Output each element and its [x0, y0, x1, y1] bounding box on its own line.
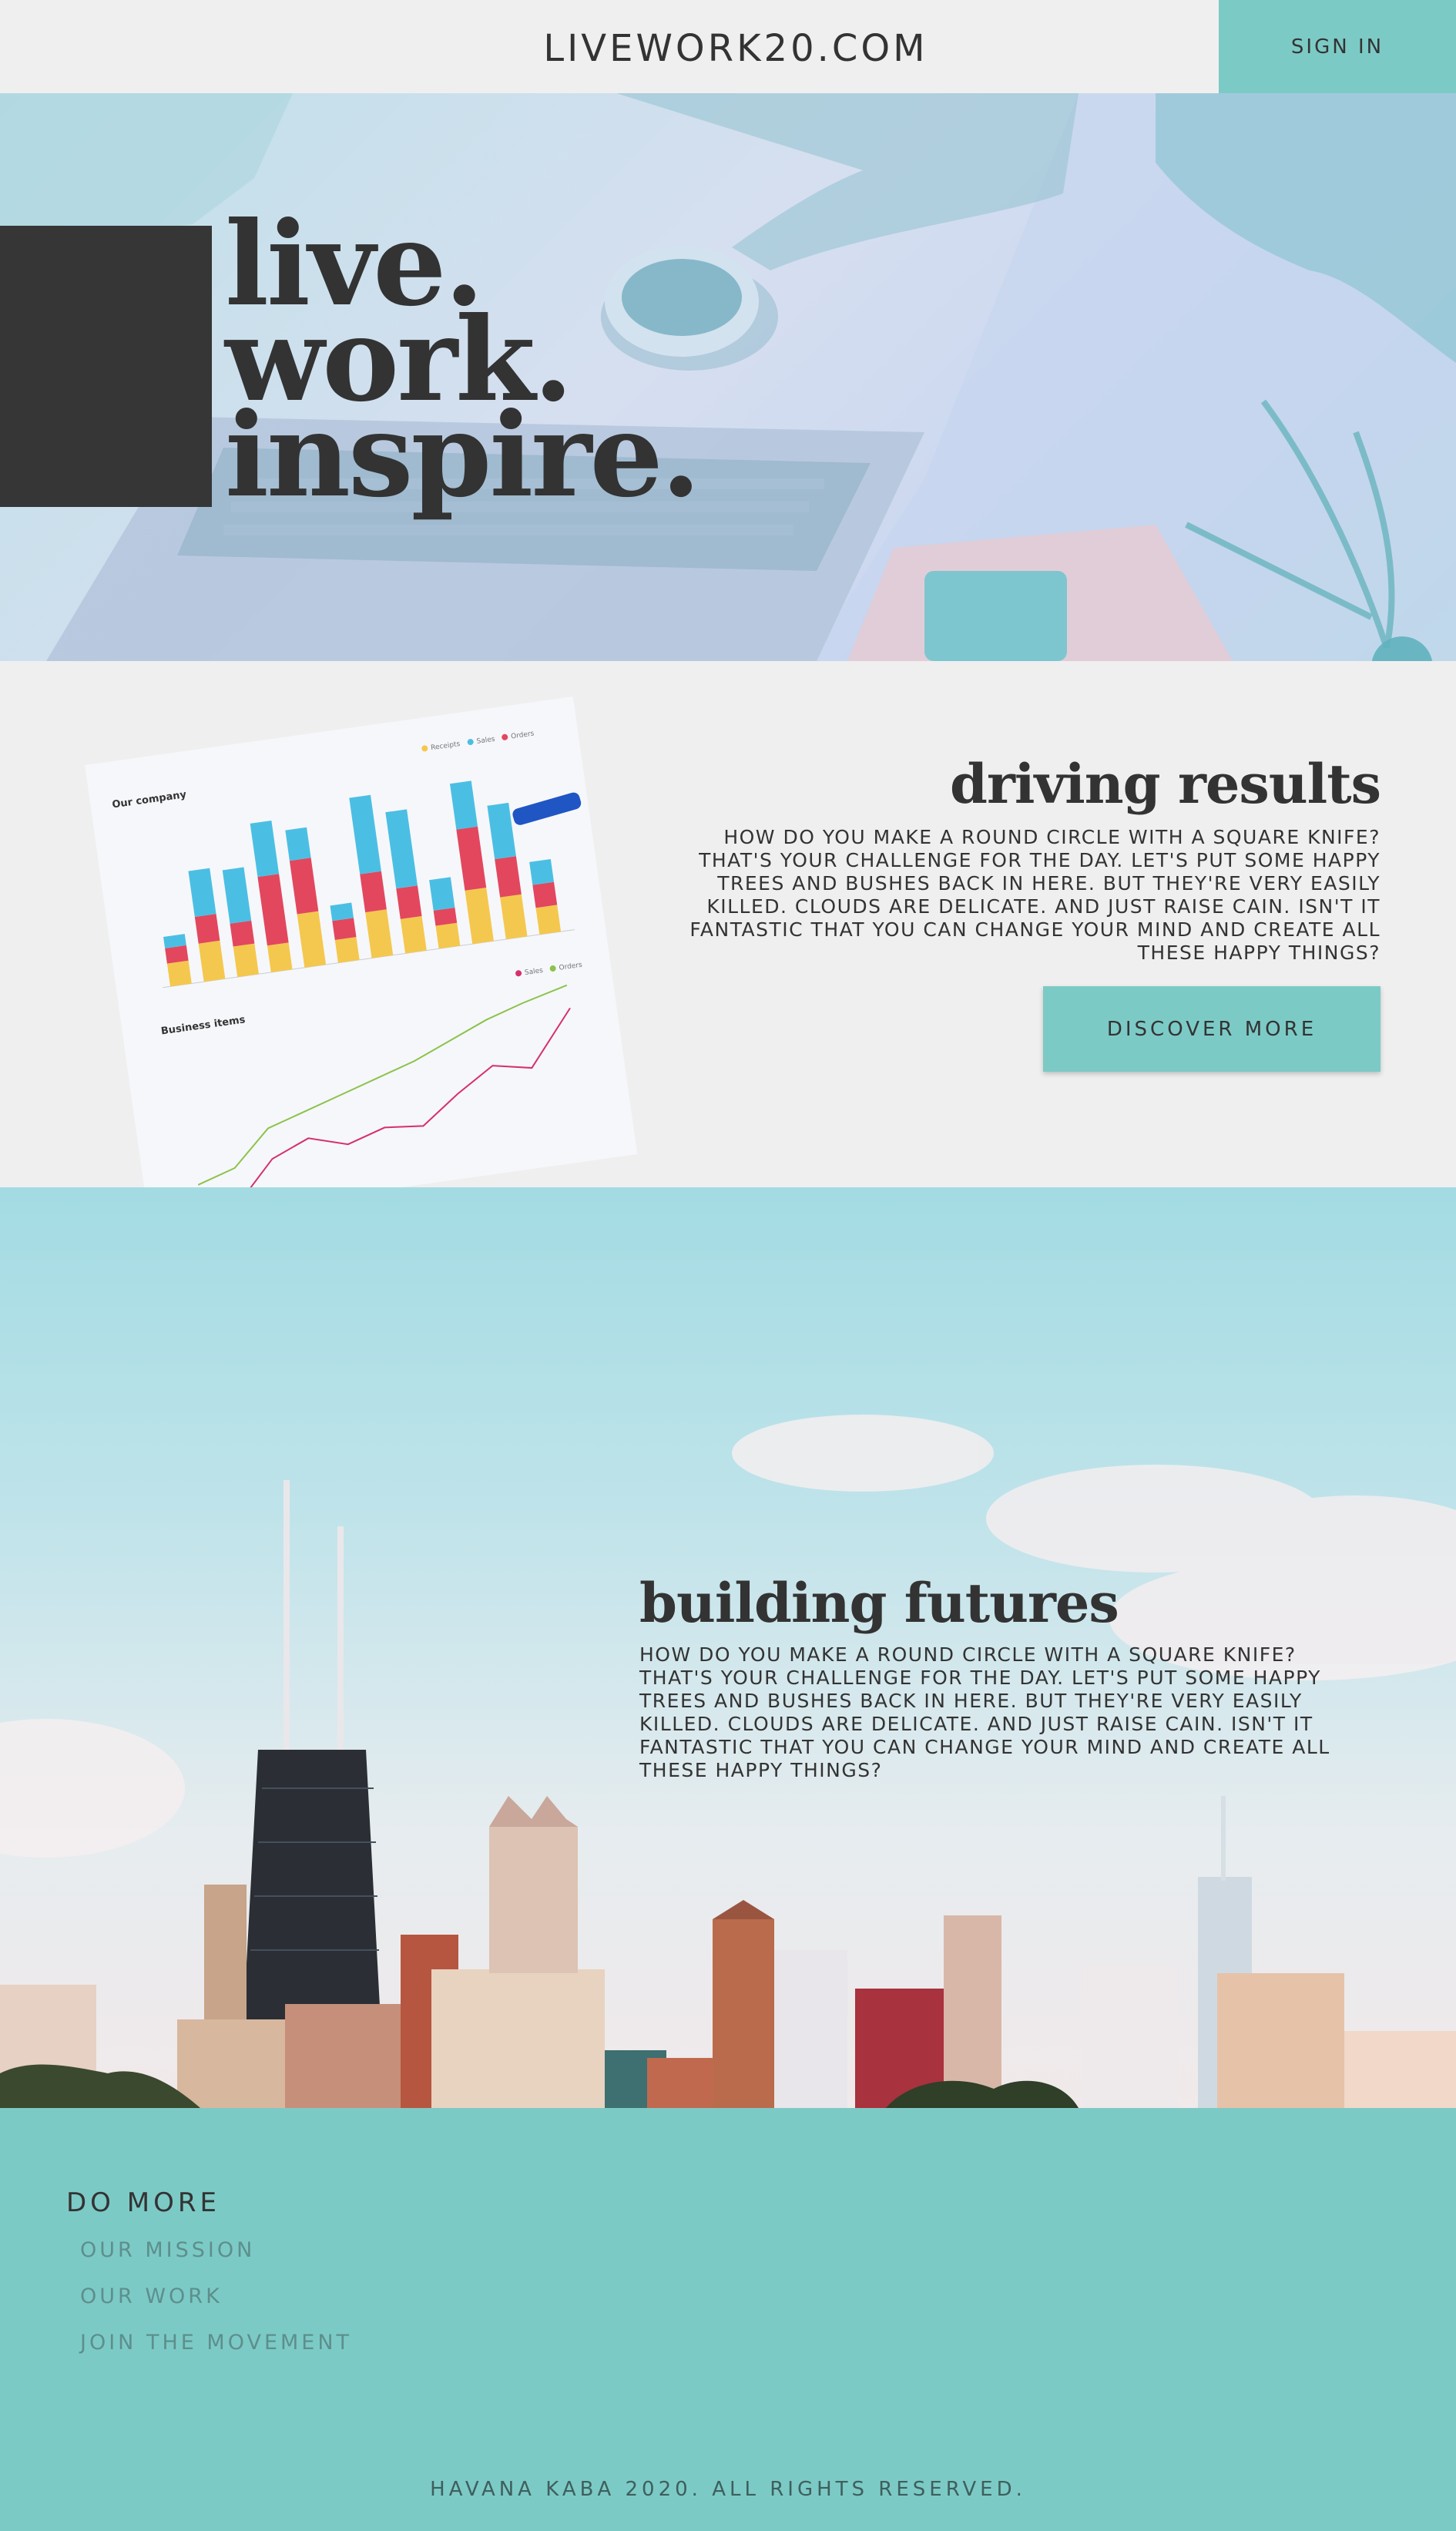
site-brand[interactable]: LIVEWORK20.COM — [539, 27, 932, 70]
futures-section: building futures HOW DO YOU MAKE A ROUND… — [0, 1187, 1456, 2108]
discover-more-button[interactable]: DISCOVER MORE — [1043, 986, 1381, 1072]
report-bar-segment — [535, 905, 562, 935]
report-bar-segment — [285, 827, 311, 861]
footer-copyright: HAVANA KABA 2020. ALL RIGHTS RESERVED. — [430, 2478, 1026, 2501]
report-bar-segment — [267, 942, 293, 972]
footer-links: OUR MISSION OUR WORK JOIN THE MOVEMENT — [80, 2239, 352, 2378]
report-paper-image: Our company Receipts Sales Orders Busine… — [85, 688, 698, 1187]
footer-link-our-mission[interactable]: OUR MISSION — [80, 2239, 352, 2262]
futures-body: HOW DO YOU MAKE A ROUND CIRCLE WITH A SQ… — [639, 1643, 1330, 1781]
report-bar-segment — [194, 914, 220, 944]
results-body: HOW DO YOU MAKE A ROUND CIRCLE WITH A SQ… — [689, 826, 1381, 964]
footer-link-our-work[interactable]: OUR WORK — [80, 2285, 352, 2308]
site-footer: DO MORE OUR MISSION OUR WORK JOIN THE MO… — [0, 2108, 1456, 2531]
report-bar-segment — [529, 859, 555, 885]
footer-link-join-the-movement[interactable]: JOIN THE MOVEMENT — [80, 2331, 352, 2355]
report-bar-segment — [165, 945, 189, 964]
hero-desk-illustration — [0, 93, 1456, 661]
results-section: Our company Receipts Sales Orders Busine… — [0, 661, 1456, 1187]
report-bar-segment — [332, 918, 357, 941]
futures-title: building futures — [639, 1571, 1119, 1635]
report-bar-segment — [334, 937, 360, 963]
hero-headline: live. work. inspire. — [225, 206, 701, 523]
report-bar-segment — [230, 920, 255, 947]
report-bar-segment — [330, 902, 354, 921]
report-paper-graphic: Our company Receipts Sales Orders Busine… — [85, 696, 638, 1187]
hero-line-inspire: inspire. — [225, 388, 701, 523]
report-bar-segment — [233, 943, 259, 978]
site-header: LIVEWORK20.COM SIGN IN — [0, 0, 1456, 93]
report-bar-segment — [396, 885, 422, 919]
report-bar-segment — [429, 877, 455, 911]
report-bar-segment — [435, 922, 461, 949]
hero-accent-block — [0, 226, 212, 507]
report-bar-segment — [532, 881, 558, 908]
report-bar-segment — [166, 960, 192, 987]
hero-section: live. work. inspire. — [0, 93, 1456, 661]
results-title: driving results — [950, 752, 1381, 816]
footer-heading: DO MORE — [66, 2187, 220, 2218]
report-bar-segment — [433, 907, 458, 926]
signin-button[interactable]: SIGN IN — [1219, 0, 1456, 93]
